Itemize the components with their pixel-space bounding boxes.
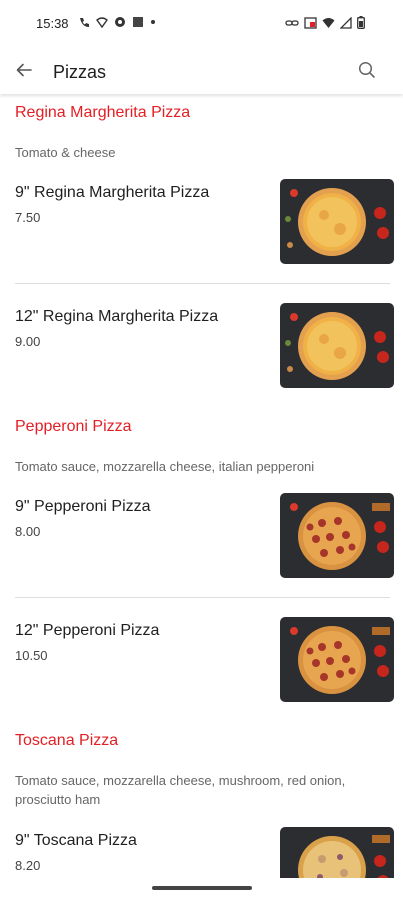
network-icon (96, 16, 108, 32)
category-description: Tomato & cheese (15, 145, 116, 160)
category-title: Pepperoni Pizza (15, 418, 132, 435)
status-left-icons (78, 16, 156, 32)
home-gesture-handle[interactable] (152, 886, 252, 890)
status-right-icons (285, 15, 365, 33)
wifi-icon (322, 17, 335, 33)
divider (15, 597, 390, 598)
back-button[interactable] (10, 58, 38, 86)
sync-icon (114, 16, 126, 32)
category-description: Tomato sauce, mozzarella cheese, italian… (15, 459, 315, 474)
item-price: 9.00 (15, 334, 41, 349)
app-bar: Pizzas (0, 50, 403, 94)
category-description: Tomato sauce, mozzarella cheese, mushroo… (15, 773, 346, 807)
page-title: Pizzas (53, 62, 107, 82)
category-title: Regina Margherita Pizza (15, 104, 191, 121)
pepperoni-pizza-image (280, 617, 394, 702)
item-price: 7.50 (15, 210, 41, 225)
search-icon (357, 60, 377, 85)
item-price: 10.50 (15, 648, 48, 663)
category-title: Toscana Pizza (15, 732, 119, 749)
dot-icon (150, 16, 156, 32)
item-price: 8.20 (15, 858, 41, 873)
wifi-calling-icon (78, 16, 90, 32)
item-name: 12" Pepperoni Pizza (15, 622, 160, 639)
item-name: 9" Pepperoni Pizza (15, 498, 151, 515)
search-button[interactable] (353, 58, 381, 86)
status-bar: 15:38 (0, 0, 403, 50)
margherita-pizza-image (280, 179, 394, 264)
battery-icon (357, 16, 365, 33)
item-name: 12" Regina Margherita Pizza (15, 308, 219, 325)
divider (15, 283, 390, 284)
item-name: 9" Toscana Pizza (15, 832, 137, 849)
item-name: 9" Regina Margherita Pizza (15, 184, 210, 201)
status-time: 15:38 (36, 16, 69, 31)
item-price: 8.00 (15, 524, 41, 539)
toscana-pizza-image (280, 827, 394, 878)
square-app-icon (132, 16, 144, 32)
pepperoni-pizza-image (280, 493, 394, 578)
link-icon (285, 17, 299, 33)
margherita-pizza-image (280, 303, 394, 388)
menu-list[interactable]: Regina Margherita Pizza Tomato & cheese … (0, 94, 403, 878)
system-nav-bar (0, 878, 403, 900)
signal-icon (339, 15, 352, 33)
cast-icon (304, 16, 317, 33)
arrow-left-icon (14, 60, 34, 85)
